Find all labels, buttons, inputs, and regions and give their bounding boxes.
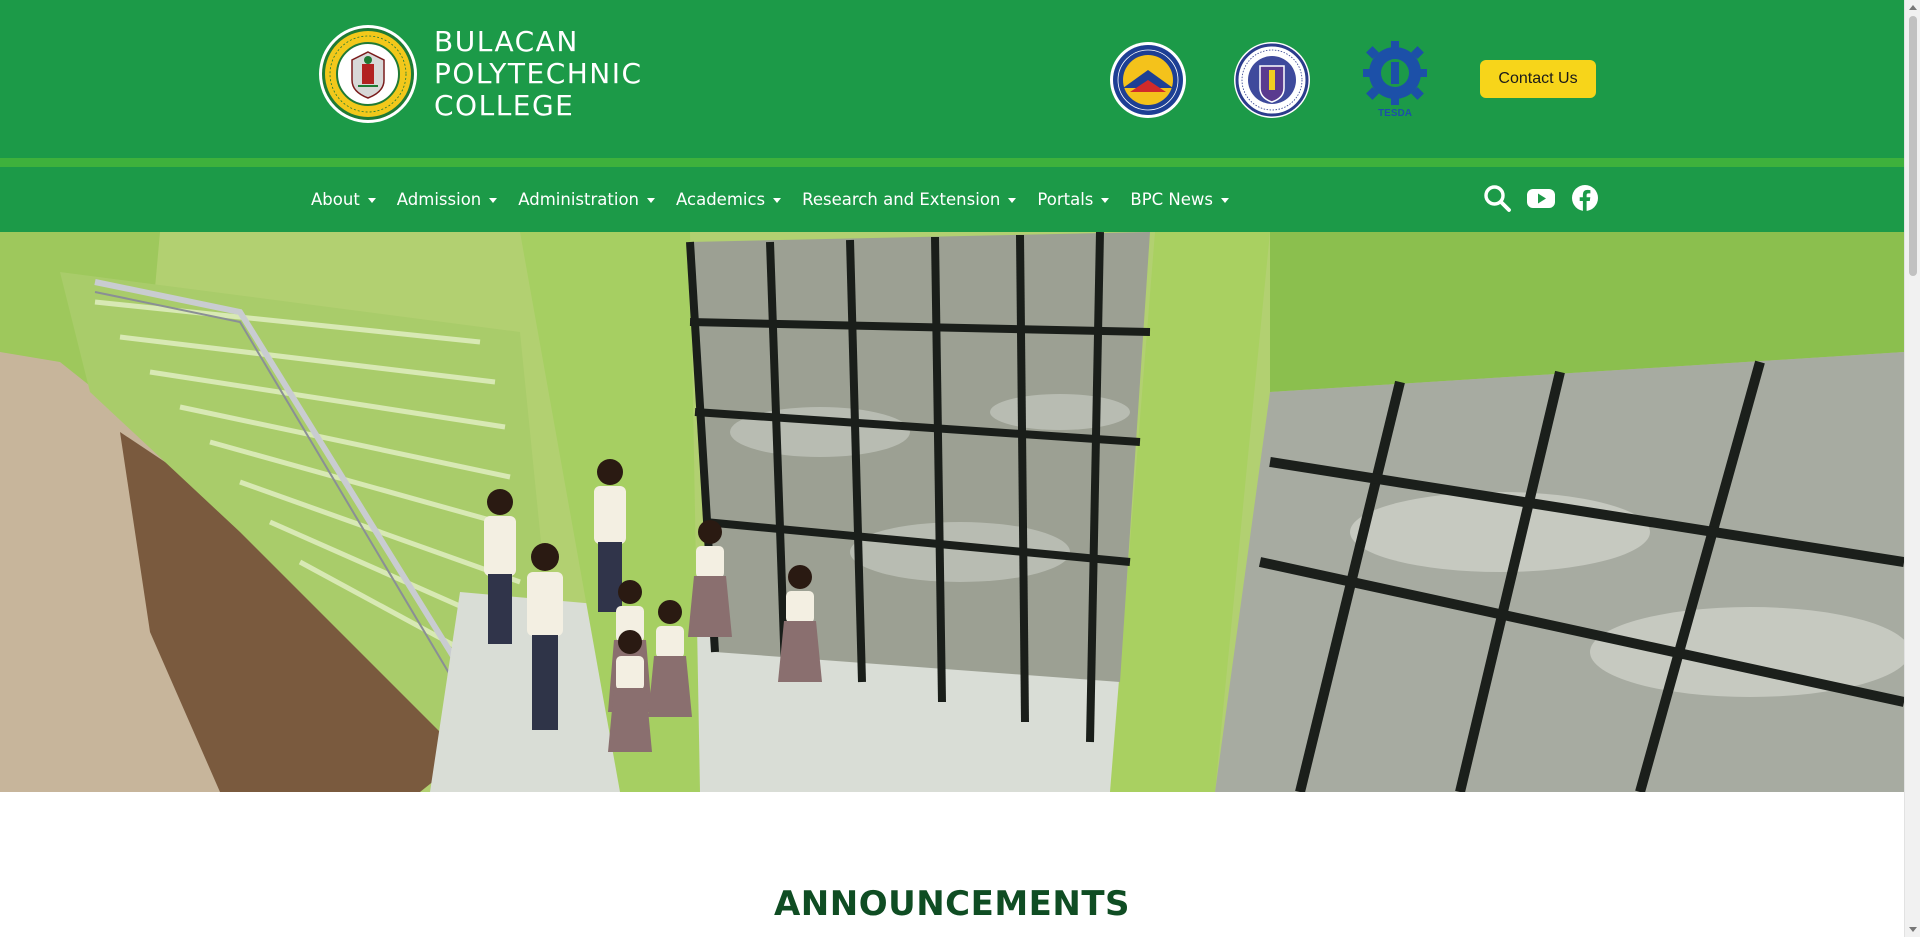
nav-item-label: Academics	[676, 190, 766, 209]
college-name: BULACAN POLYTECHNIC COLLEGE	[434, 26, 643, 122]
nav-menu: About Admission Administration Academics…	[311, 167, 1250, 232]
nav-item-administration[interactable]: Administration	[518, 190, 656, 209]
youtube-icon[interactable]	[1526, 183, 1556, 213]
nav-item-label: BPC News	[1130, 190, 1214, 209]
nav-item-about[interactable]: About	[311, 190, 376, 209]
college-name-line-3: COLLEGE	[434, 89, 575, 122]
contact-us-button[interactable]: Contact Us	[1480, 60, 1596, 98]
svg-text:TESDA: TESDA	[1378, 108, 1412, 118]
chevron-down-icon	[1221, 198, 1230, 203]
chevron-down-icon	[1101, 198, 1110, 203]
deped-logo[interactable]	[1232, 40, 1312, 120]
chevron-down-icon	[773, 198, 782, 203]
nav-item-label: About	[311, 190, 360, 209]
page: BULACAN POLYTECHNIC COLLEGE TESDA Contac…	[0, 0, 1904, 937]
chevron-down-icon	[1008, 198, 1017, 203]
nav-item-label: Admission	[396, 190, 482, 209]
chevron-down-icon	[647, 198, 656, 203]
college-seal-logo	[319, 25, 417, 123]
nav-item-label: Administration	[518, 190, 640, 209]
nav-item-admission[interactable]: Admission	[396, 190, 498, 209]
chevron-down-icon	[489, 198, 498, 203]
brand-home-link[interactable]: BULACAN POLYTECHNIC COLLEGE	[318, 24, 643, 124]
nav-item-portals[interactable]: Portals	[1037, 190, 1110, 209]
scroll-down-icon[interactable]	[1909, 927, 1917, 932]
scroll-up-icon[interactable]	[1909, 5, 1917, 10]
hero-banner-image	[0, 232, 1904, 792]
site-header: BULACAN POLYTECHNIC COLLEGE TESDA Contac…	[0, 0, 1904, 158]
chevron-down-icon	[367, 198, 376, 203]
scrollbar-thumb[interactable]	[1909, 16, 1917, 276]
nav-icon-group	[1482, 183, 1614, 213]
tesda-logo[interactable]: TESDA	[1355, 38, 1435, 118]
nav-item-label: Research and Extension	[802, 190, 1001, 209]
main-navbar: About Admission Administration Academics…	[0, 167, 1904, 232]
announcements-heading: ANNOUNCEMENTS	[773, 884, 1131, 924]
page-scrollbar[interactable]	[1904, 0, 1920, 937]
header-divider-stripe	[0, 158, 1904, 167]
college-name-line-2: POLYTECHNIC	[434, 57, 643, 90]
nav-item-bpc-news[interactable]: BPC News	[1130, 190, 1230, 209]
nav-item-academics[interactable]: Academics	[676, 190, 782, 209]
search-icon[interactable]	[1482, 183, 1512, 213]
ched-logo[interactable]	[1108, 40, 1188, 120]
nav-item-research-extension[interactable]: Research and Extension	[802, 190, 1017, 209]
college-name-line-1: BULACAN	[434, 25, 579, 58]
facebook-icon[interactable]	[1570, 183, 1600, 213]
nav-item-label: Portals	[1037, 190, 1094, 209]
